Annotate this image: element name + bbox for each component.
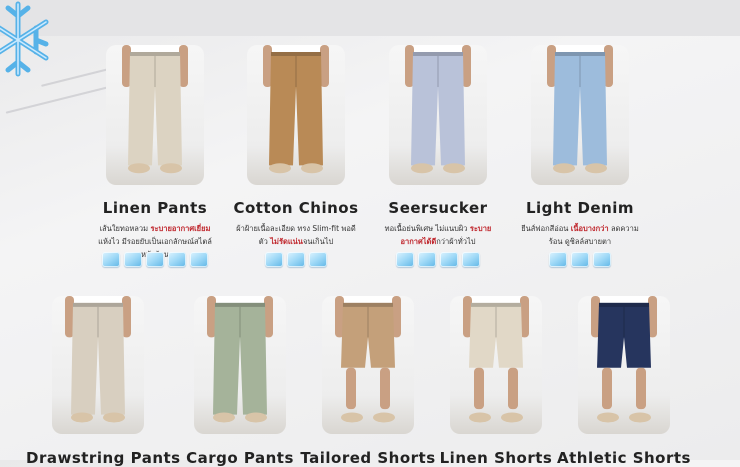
product-name: Light Denim — [525, 199, 635, 217]
description-text: กว่าผ้าทั่วไป — [436, 237, 476, 246]
product-name: Tailored Shorts — [300, 449, 436, 467]
product-name: Drawstring Pants — [26, 449, 181, 467]
product-card[interactable] — [247, 45, 345, 185]
product-name: Seersucker — [388, 199, 488, 217]
coolness-rating — [396, 252, 480, 267]
product-name: Cargo Pants — [186, 449, 294, 467]
ice-cube-icon — [462, 252, 480, 267]
ice-cube-icon — [124, 252, 142, 267]
product-image — [547, 45, 613, 174]
product-image — [405, 45, 471, 174]
description-text: ทอเนื้อย่นพิเศษ ไม่แนบผิว — [384, 224, 470, 233]
product-image — [463, 296, 529, 423]
product-name: Linen Pants — [102, 199, 208, 217]
ice-cube-icon — [287, 252, 305, 267]
description-highlight: ระบายอากาศเยี่ยม — [150, 224, 211, 233]
ice-cube-icon — [146, 252, 164, 267]
product-image — [65, 296, 131, 423]
coolness-rating — [102, 252, 208, 267]
product-card[interactable] — [578, 296, 670, 434]
ice-cube-icon — [396, 252, 414, 267]
description-text: ยีนส์ฟอกสีอ่อน — [521, 224, 571, 233]
product-description: ผ้าฝ้ายเนื้อละเอียด ทรง Slim-fit พอดีตัว… — [234, 222, 358, 248]
product-name: Linen Shorts — [439, 449, 553, 467]
ice-cube-icon — [440, 252, 458, 267]
ice-cube-icon — [168, 252, 186, 267]
header-band — [0, 0, 740, 36]
ice-cube-icon — [418, 252, 436, 267]
snowflake-icon — [0, 1, 49, 77]
product-image — [263, 45, 329, 174]
ice-cube-icon — [265, 252, 283, 267]
product-image — [207, 296, 273, 423]
coolness-rating — [549, 252, 611, 267]
product-card[interactable] — [450, 296, 542, 434]
product-image — [122, 45, 188, 174]
ice-cube-icon — [593, 252, 611, 267]
product-card[interactable] — [531, 45, 629, 185]
product-name: Athletic Shorts — [557, 449, 691, 467]
product-card[interactable] — [322, 296, 414, 434]
product-card[interactable] — [194, 296, 286, 434]
ice-cube-icon — [102, 252, 120, 267]
product-image — [591, 296, 657, 423]
product-description: ยีนส์ฟอกสีอ่อน เนื้อบางกว่า ลดความร้อน ด… — [518, 222, 642, 248]
ice-cube-icon — [549, 252, 567, 267]
product-card[interactable] — [106, 45, 204, 185]
product-name: Cotton Chinos — [233, 199, 359, 217]
description-highlight: ไม่รัดแน่น — [270, 237, 303, 246]
ice-cube-icon — [571, 252, 589, 267]
ice-cube-icon — [190, 252, 208, 267]
product-image — [335, 296, 401, 423]
description-text: เส้นใยทอหลวม — [99, 224, 151, 233]
description-highlight: เนื้อบางกว่า — [570, 224, 609, 233]
coolness-rating — [265, 252, 327, 267]
product-description: ทอเนื้อย่นพิเศษ ไม่แนบผิว ระบายอากาศได้ด… — [376, 222, 500, 248]
product-card[interactable] — [389, 45, 487, 185]
description-text: จนเกินไป — [302, 237, 334, 246]
ice-cube-icon — [309, 252, 327, 267]
product-card[interactable] — [52, 296, 144, 434]
